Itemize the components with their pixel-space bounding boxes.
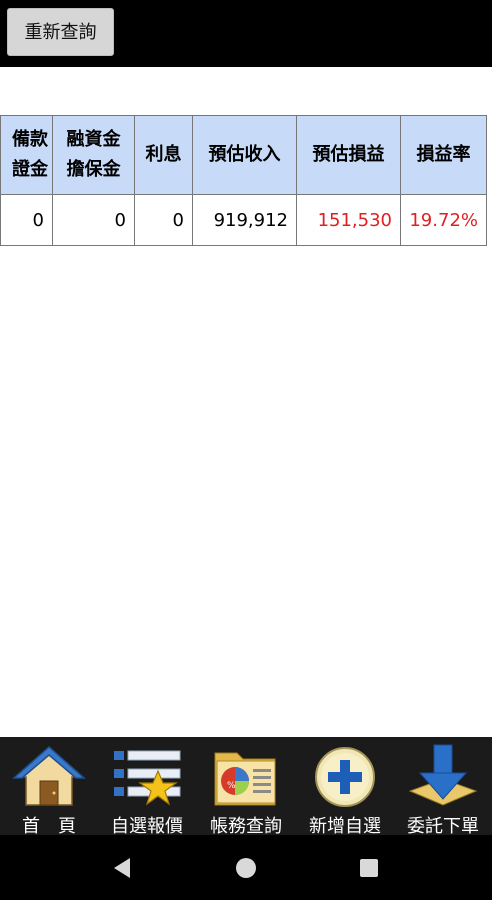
cell-est-profit: 151,530 (296, 194, 401, 246)
system-navigation-bar (0, 835, 492, 900)
col-header-profit-rate: 損益率 (400, 115, 487, 195)
watchlist-star-icon (114, 750, 181, 806)
col-header-line: 證金 (12, 159, 48, 180)
top-toolbar: 重新查詢 (0, 0, 492, 67)
tab-add-watchlist[interactable]: 新增自選 (296, 737, 394, 837)
cell-financing-collateral: 0 (52, 194, 135, 246)
table-row: 0 0 0 919,912 151,530 19.72% (0, 194, 487, 246)
svg-text:%: % (227, 781, 236, 791)
col-header-financing-collateral: 融資金 擔保金 (52, 115, 135, 195)
add-plus-icon (315, 747, 375, 807)
col-header-interest: 利息 (134, 115, 193, 195)
home-circle-icon[interactable] (231, 853, 261, 883)
back-triangle-icon[interactable] (108, 853, 138, 883)
col-header-line: 備款 (12, 129, 48, 150)
col-header-est-income: 預估收入 (192, 115, 297, 195)
bottom-tab-bar: 首 頁 自選報價 % 帳務查詢 新增自選 委託下單 (0, 737, 492, 837)
tab-watchlist-quotes[interactable]: 自選報價 (98, 737, 196, 837)
house-icon (12, 745, 86, 806)
tab-place-order[interactable]: 委託下單 (394, 737, 492, 837)
col-header-line: 預估損益 (312, 144, 385, 165)
col-header-line: 融資金 (66, 129, 121, 150)
tab-account-query[interactable]: % 帳務查詢 (197, 737, 295, 837)
account-summary-table: 備款 證金 融資金 擔保金 利息 預估收入 預估損益 損益率 0 0 0 919… (0, 115, 487, 246)
cell-est-income: 919,912 (192, 194, 297, 246)
table-header-row: 備款 證金 融資金 擔保金 利息 預估收入 預估損益 損益率 (0, 115, 487, 195)
account-summary-table-wrap: 備款 證金 融資金 擔保金 利息 預估收入 預估損益 損益率 0 0 0 919… (0, 115, 487, 246)
cell-margin-deposit: 0 (0, 194, 53, 246)
cell-interest: 0 (134, 194, 193, 246)
recents-square-icon[interactable] (354, 853, 384, 883)
col-header-line: 擔保金 (66, 159, 121, 180)
tab-home[interactable]: 首 頁 (0, 737, 98, 837)
col-header-line: 損益率 (416, 144, 471, 165)
cell-profit-rate: 19.72% (400, 194, 487, 246)
folder-chart-icon: % (214, 752, 276, 806)
col-header-line: 利息 (145, 144, 182, 165)
col-header-est-profit: 預估損益 (296, 115, 401, 195)
order-download-icon (408, 744, 478, 806)
col-header-margin-deposit: 備款 證金 (0, 115, 53, 195)
refresh-query-button[interactable]: 重新查詢 (7, 8, 114, 56)
col-header-line: 預估收入 (208, 144, 281, 165)
